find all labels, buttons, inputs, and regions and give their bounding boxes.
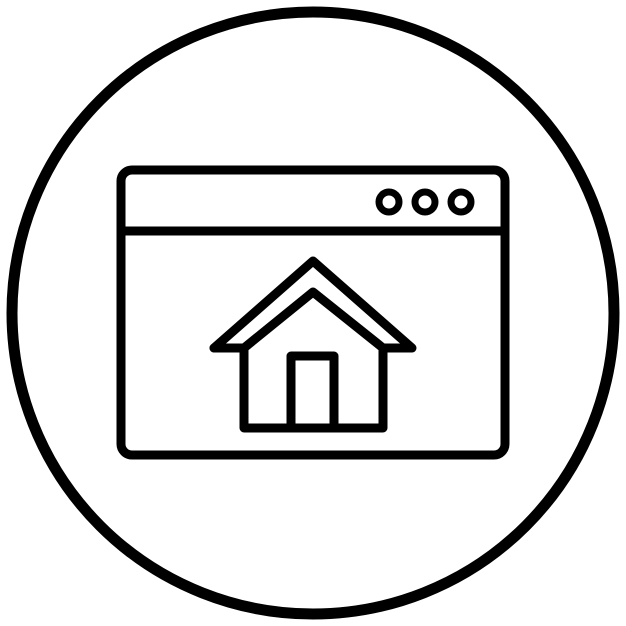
circle-frame-icon [6, 6, 620, 620]
home-page-icon [6, 6, 620, 620]
house-roof-outer [209, 256, 417, 353]
house-door [286, 351, 339, 433]
window-dots-icon [375, 188, 475, 216]
icon-canvas [0, 0, 626, 626]
browser-window-frame [116, 165, 510, 460]
window-dot-2 [411, 188, 439, 216]
house-icon [209, 256, 417, 433]
browser-window-icon [116, 165, 510, 460]
window-dot-3 [447, 188, 475, 216]
window-dot-1 [375, 188, 403, 216]
